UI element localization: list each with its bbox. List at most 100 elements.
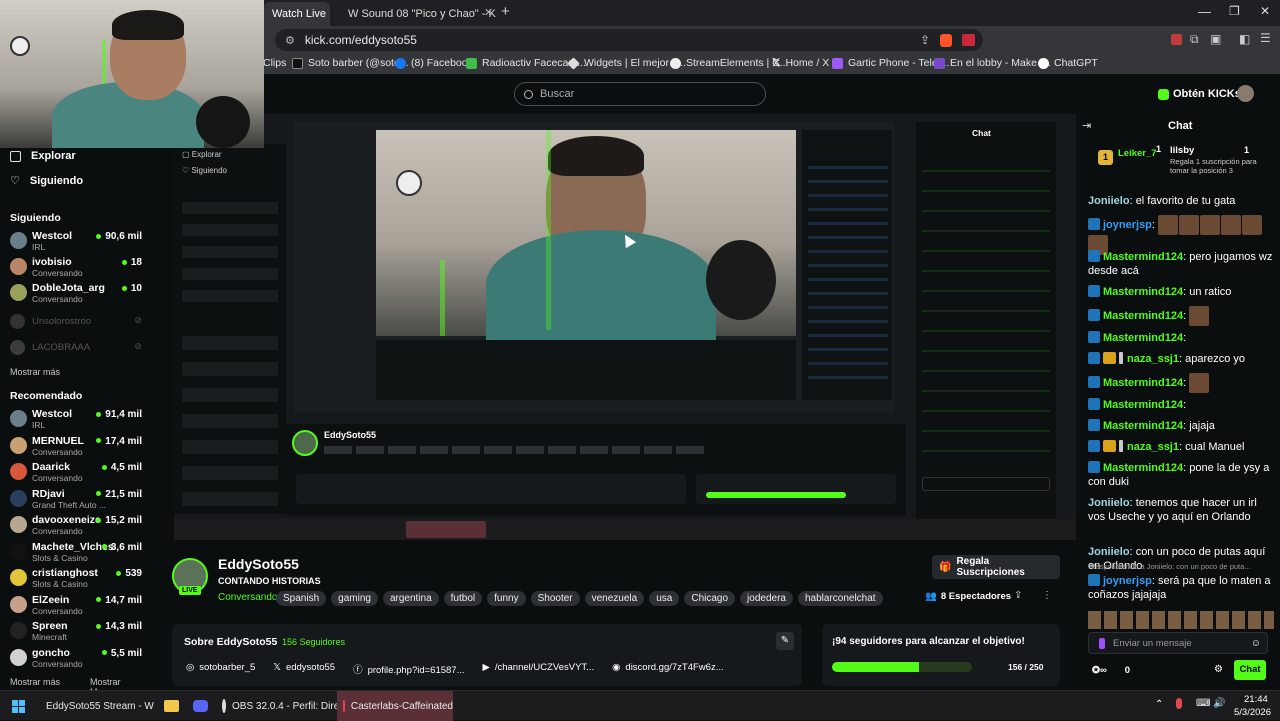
chat-input[interactable]: Enviar un mensaje ☺ — [1088, 632, 1268, 654]
url-box[interactable]: ⚙ kick.com/eddysoto55 ⇪ — [275, 29, 983, 51]
brave-rewards-icon[interactable] — [962, 34, 975, 46]
bookmark-widgets[interactable]: Widgets | El mejor s... — [567, 56, 686, 70]
clock-time[interactable]: 21:44 — [1244, 694, 1268, 705]
chat-username[interactable]: naza_ssj1 — [1127, 353, 1179, 365]
chat-message[interactable]: Mastermind124: un ratico — [1088, 285, 1274, 299]
edit-icon[interactable]: ✎ — [776, 632, 794, 650]
chat-message[interactable]: Mastermind124: jajaja — [1088, 419, 1274, 433]
tag[interactable]: venezuela — [584, 591, 645, 606]
pinned-user[interactable]: Leiker_7 — [1118, 148, 1157, 159]
chat-username[interactable]: Mastermind124 — [1103, 420, 1183, 432]
tag[interactable]: gaming — [331, 591, 378, 606]
bookmark-tiktok[interactable]: Soto barber (@soto... — [292, 57, 409, 69]
social-link[interactable]: 𝕏eddysoto55 — [273, 662, 335, 676]
chat-message[interactable]: naza_ssj1: aparezco yo — [1088, 352, 1274, 366]
social-link[interactable]: ◎ sotobarber_5 — [186, 662, 255, 676]
close-icon[interactable]: ✕ — [484, 6, 493, 19]
minimize-icon[interactable]: — — [1198, 4, 1211, 19]
social-link[interactable]: ◉ discord.gg/7zT4Fw6z... — [612, 662, 724, 676]
sidebar-channel[interactable]: Westcol IRL 90,6 mil — [10, 228, 148, 252]
chat-username[interactable]: Mastermind124 — [1103, 332, 1183, 344]
sidebar-channel[interactable]: Spreen Minecraft 14,3 mil — [10, 618, 148, 642]
close-window-icon[interactable]: ✕ — [1260, 4, 1270, 18]
tag[interactable]: hablarconelchat — [797, 591, 883, 606]
settings-icon[interactable]: ⚙ — [1214, 664, 1223, 675]
chat-message[interactable]: joynerjsp: — [1088, 215, 1274, 255]
url-text[interactable]: kick.com/eddysoto55 — [305, 33, 417, 47]
more-options-icon[interactable]: ⋮ — [1042, 590, 1052, 601]
sidebar-toggle-icon[interactable]: ◧ — [1239, 32, 1250, 46]
stream-category[interactable]: Conversando — [218, 592, 277, 603]
gift-subs-button[interactable]: 🎁 Regala Suscripciones — [932, 555, 1060, 579]
sidebar-channel[interactable]: ivobisio Conversando 18 — [10, 254, 148, 278]
chat-message[interactable]: Mastermind124: — [1088, 398, 1274, 412]
bookmark-lobby[interactable]: En el lobby - Make i... — [934, 57, 1051, 69]
bookmark-streamelements[interactable]: StreamElements | C... — [670, 57, 789, 69]
bookmark-x[interactable]: 𝕏 Home / X — [772, 57, 829, 69]
search-input[interactable]: Buscar — [514, 82, 766, 106]
volume-icon[interactable]: 🔊 — [1213, 698, 1225, 709]
tag[interactable]: argentina — [382, 591, 439, 606]
video-player[interactable]: ▢ Explorar ♡ Siguiendo Chat EddySoto55 — [174, 114, 1076, 540]
chat-message[interactable]: Joniielo: tenemos que hacer un irl vos U… — [1088, 496, 1274, 524]
taskbar-item-explorer[interactable] — [164, 691, 179, 721]
wallet-icon[interactable]: ▣ — [1210, 32, 1221, 46]
tab-youtube[interactable]: W Sound 08 "Pico y Chao" - Kris R, W — [334, 2, 496, 26]
social-link[interactable]: ▶ /channel/UCZVesVYT... — [483, 662, 595, 676]
chat-username[interactable]: Joniielo — [1088, 497, 1130, 509]
sidebar-channel[interactable]: davooxeneize Conversando 15,2 mil — [10, 512, 148, 536]
microphone-icon[interactable] — [1176, 698, 1182, 709]
chat-message[interactable]: naza_ssj1: cual Manuel — [1088, 440, 1274, 454]
start-button[interactable] — [12, 691, 25, 721]
brave-shield-icon[interactable] — [940, 33, 952, 47]
sidebar-channel[interactable]: ElZeein Conversando 14,7 mil — [10, 592, 148, 616]
emoji-icon[interactable]: ☺ — [1251, 638, 1261, 649]
share-icon[interactable]: ⇪ — [920, 33, 930, 47]
channel-name[interactable]: EddySoto55 — [218, 556, 299, 572]
tag[interactable]: futbol — [443, 591, 483, 606]
tag[interactable]: funny — [487, 591, 526, 606]
chat-message[interactable]: Mastermind124: — [1088, 306, 1274, 326]
network-icon[interactable]: ⌨ — [1196, 698, 1210, 709]
avatar[interactable] — [1237, 85, 1254, 102]
tag[interactable]: Shooter — [530, 591, 580, 606]
tag[interactable]: Spanish — [276, 591, 327, 606]
bookmark-gartic[interactable]: Gartic Phone - Teléf... — [832, 57, 949, 69]
tray-chevron-icon[interactable]: ⌃ — [1155, 699, 1163, 710]
get-kicks-button[interactable]: Obtén KICKs — [1158, 85, 1241, 103]
chat-message[interactable]: joynerjsp: será pa que lo maten a coñazo… — [1088, 574, 1274, 602]
extensions-puzzle-icon[interactable]: ⧉ — [1190, 32, 1199, 47]
show-more-link[interactable]: Mostrar más — [10, 677, 60, 687]
maximize-icon[interactable]: ❐ — [1229, 4, 1240, 18]
share-icon[interactable]: ⇪ — [1014, 590, 1022, 601]
chat-username[interactable]: Mastermind124 — [1103, 251, 1183, 263]
chat-message[interactable]: Mastermind124: — [1088, 331, 1274, 345]
chat-message[interactable]: Mastermind124: pero jugamos wz desde acá — [1088, 250, 1274, 278]
tag[interactable]: jodedera — [740, 591, 793, 606]
chat-message[interactable]: Mastermind124: — [1088, 373, 1274, 393]
taskbar-item-casterlabs[interactable]: Casterlabs-Caffeinated — [337, 691, 453, 721]
chat-username[interactable]: Joniielo — [1088, 195, 1130, 207]
taskbar-item-obs[interactable]: OBS 32.0.4 - Perfil: Direc — [222, 691, 344, 721]
sidebar-channel[interactable]: cristianghost Slots & Casino 539 — [10, 565, 148, 589]
collapse-chat-icon[interactable]: ⇥ — [1082, 119, 1091, 132]
new-tab-icon[interactable]: + — [501, 3, 510, 20]
bookmark-facebook[interactable]: (8) Facebook — [395, 57, 473, 69]
sidebar-channel[interactable]: RDjavi Grand Theft Auto ... 21,5 mil — [10, 486, 148, 510]
tag[interactable]: Chicago — [684, 591, 736, 606]
site-info-icon[interactable]: ⚙ — [285, 34, 295, 47]
sidebar-channel[interactable]: Daarick Conversando 4,5 mil — [10, 459, 148, 483]
points[interactable]: ✪∞ 0 — [1092, 665, 1130, 676]
social-link[interactable]: ⓕ profile.php?id=61587... — [353, 662, 464, 676]
tag[interactable]: usa — [649, 591, 680, 606]
clock-date[interactable]: 5/3/2026 — [1234, 707, 1271, 718]
chat-username[interactable]: joynerjsp — [1103, 575, 1152, 587]
chat-message[interactable]: Joniielo: el favorito de tu gata — [1088, 194, 1274, 208]
sidebar-channel[interactable]: Machete_Vlches Slots & Casino 3,6 mil — [10, 539, 148, 563]
sidebar-item-following[interactable]: ♡ Siguiendo — [10, 174, 83, 188]
sidebar-channel[interactable]: DobleJota_arg Conversando 10 — [10, 280, 148, 304]
taskbar-item-browser[interactable]: EddySoto55 Stream - W — [40, 691, 154, 721]
chat-username[interactable]: Joniielo — [1088, 546, 1130, 558]
bookmark-chatgpt[interactable]: ChatGPT — [1038, 57, 1098, 69]
chat-username[interactable]: joynerjsp — [1103, 219, 1152, 231]
